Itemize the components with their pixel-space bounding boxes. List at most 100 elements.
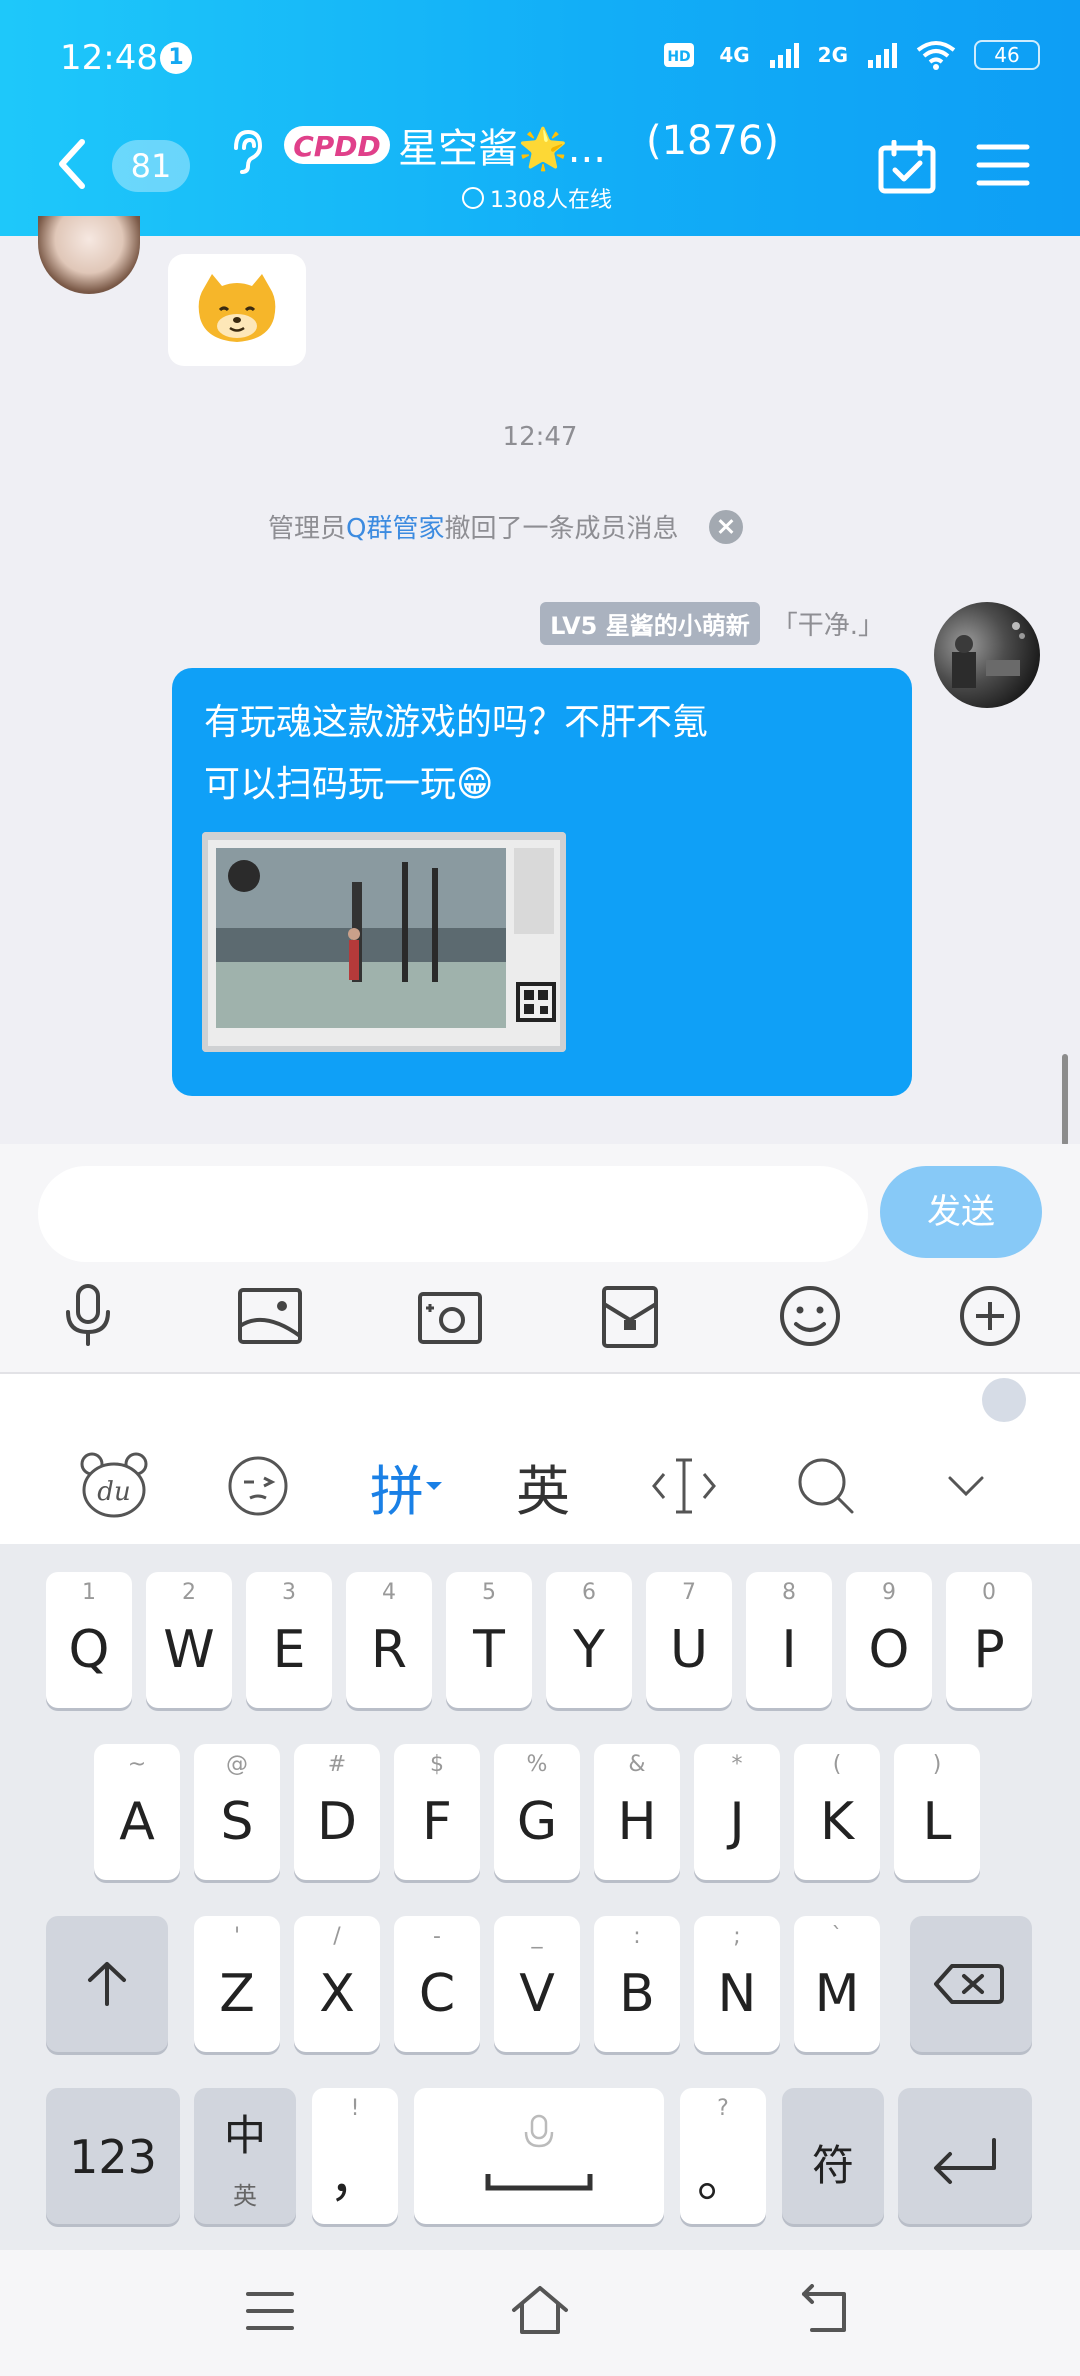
red-envelope-icon[interactable] (594, 1280, 666, 1352)
symbol-key[interactable]: 符 (782, 2088, 884, 2224)
key-hint: ( (832, 1752, 842, 1777)
key-e[interactable]: 3E (246, 1572, 332, 1708)
numbers-key[interactable]: 123 (46, 2088, 180, 2224)
shift-arrow-icon (88, 1962, 126, 2006)
comma-key[interactable]: !， (312, 2088, 398, 2224)
space-key[interactable] (414, 2088, 664, 2224)
key-label: 。 (696, 2149, 749, 2209)
key-hint: _ (531, 1924, 543, 1949)
network-2g-label: 2G (817, 43, 848, 67)
key-label: J (729, 1792, 745, 1852)
key-label: Q (68, 1620, 110, 1680)
key-hint: * (731, 1752, 743, 1777)
backspace-icon (934, 1964, 1004, 2004)
pinyin-mode-toggle[interactable]: 拼 (362, 1448, 452, 1524)
cursor-move-icon[interactable] (646, 1448, 722, 1524)
key-s[interactable]: @ S (194, 1744, 280, 1880)
key-f[interactable]: $ F (394, 1744, 480, 1880)
key-label: P (973, 1620, 1005, 1680)
key-l[interactable]: ) L (894, 1744, 980, 1880)
key-q[interactable]: 1Q (46, 1572, 132, 1708)
close-icon[interactable] (708, 509, 743, 544)
home-icon[interactable] (510, 2282, 570, 2338)
enter-arrow-icon (934, 2138, 996, 2184)
sender-avatar[interactable] (38, 216, 140, 294)
chat-area[interactable]: 12:47 管理员 Q群管家 撤回了一条成员消息 LV5 星酱的小萌新 「干净.… (0, 216, 1080, 1146)
key-c[interactable]: -C (394, 1916, 480, 2052)
back-nav-icon[interactable] (796, 2284, 850, 2336)
unread-count-badge[interactable]: 81 (112, 140, 190, 192)
sender-name[interactable]: 「干净.」 (772, 605, 884, 642)
key-g[interactable]: % G (494, 1744, 580, 1880)
key-label: H (617, 1792, 657, 1852)
wifi-icon (916, 41, 956, 70)
search-icon[interactable] (788, 1448, 864, 1524)
key-n[interactable]: ; N (694, 1916, 780, 2052)
key-h[interactable]: & H (594, 1744, 680, 1880)
message-input[interactable] (38, 1166, 868, 1262)
wink-emoji-icon[interactable] (220, 1448, 296, 1524)
chinese-english-key[interactable]: 中 英 (194, 2088, 296, 2224)
recall-actor-link[interactable]: Q群管家 (346, 508, 444, 545)
key-label: Z (219, 1964, 255, 2024)
key-label: Y (573, 1620, 605, 1680)
status-time: 12:48 (60, 38, 158, 78)
chat-scrollbar[interactable] (1062, 1054, 1068, 1146)
english-label: 英 (516, 1459, 570, 1523)
battery-level: 46 (994, 43, 1020, 67)
camera-icon[interactable] (414, 1280, 486, 1352)
send-button[interactable]: 发送 (880, 1166, 1042, 1258)
message-image[interactable] (202, 832, 566, 1052)
member-count[interactable]: (1876) (646, 118, 779, 164)
back-icon[interactable] (52, 136, 92, 192)
period-key[interactable]: ?。 (680, 2088, 766, 2224)
key-v[interactable]: _ V (494, 1916, 580, 2052)
emoji-icon[interactable] (774, 1280, 846, 1352)
calendar-check-icon[interactable] (878, 140, 936, 194)
my-avatar[interactable] (934, 602, 1040, 708)
ear-icon[interactable] (226, 126, 266, 176)
key-a[interactable]: ~ A (94, 1744, 180, 1880)
key-o[interactable]: 9O (846, 1572, 932, 1708)
shift-key[interactable] (46, 1916, 168, 2052)
key-hint: ? (717, 2096, 729, 2121)
key-hint: $ (430, 1752, 444, 1777)
photo-icon[interactable] (234, 1280, 306, 1352)
key-label: E (272, 1620, 306, 1680)
key-hint: 9 (882, 1580, 896, 1605)
key-hint: 3 (282, 1580, 296, 1605)
key-label: W (163, 1620, 215, 1680)
key-u[interactable]: 7U (646, 1572, 732, 1708)
sticker-message[interactable] (168, 254, 306, 366)
key-x[interactable]: / X (294, 1916, 380, 2052)
chevron-down-icon[interactable] (928, 1448, 1004, 1524)
key-hint: 8 (782, 1580, 796, 1605)
key-y[interactable]: 6Y (546, 1572, 632, 1708)
key-j[interactable]: * J (694, 1744, 780, 1880)
key-w[interactable]: 2W (146, 1572, 232, 1708)
english-mode-toggle[interactable]: 英 (498, 1448, 588, 1524)
key-label: 中 (223, 2111, 266, 2160)
microphone-icon[interactable] (52, 1280, 124, 1352)
ime-user-icon[interactable] (982, 1378, 1026, 1422)
dropdown-arrow-icon (426, 1482, 442, 1490)
key-m[interactable]: ` M (794, 1916, 880, 2052)
key-d[interactable]: # D (294, 1744, 380, 1880)
key-r[interactable]: 4R (346, 1572, 432, 1708)
key-p[interactable]: 0P (946, 1572, 1032, 1708)
message-bubble[interactable]: 有玩魂这款游戏的吗？不肝不氪 可以扫码玩一玩😁 (172, 668, 912, 1096)
delete-key[interactable] (910, 1916, 1032, 2052)
cat-sticker-icon (198, 274, 276, 342)
menu-nav-icon[interactable] (244, 2288, 296, 2334)
key-b[interactable]: :B (594, 1916, 680, 2052)
key-t[interactable]: 5T (446, 1572, 532, 1708)
menu-icon[interactable] (976, 142, 1030, 188)
plus-icon[interactable] (954, 1280, 1026, 1352)
key-i[interactable]: 8I (746, 1572, 832, 1708)
key-z[interactable]: ' Z (194, 1916, 280, 2052)
sender-info: LV5 星酱的小萌新 「干净.」 (540, 602, 884, 645)
enter-key[interactable] (898, 2088, 1032, 2224)
key-k[interactable]: (K (794, 1744, 880, 1880)
baidu-bear-icon[interactable]: du (76, 1448, 152, 1524)
group-title[interactable]: 星空酱🌟... (398, 116, 606, 174)
